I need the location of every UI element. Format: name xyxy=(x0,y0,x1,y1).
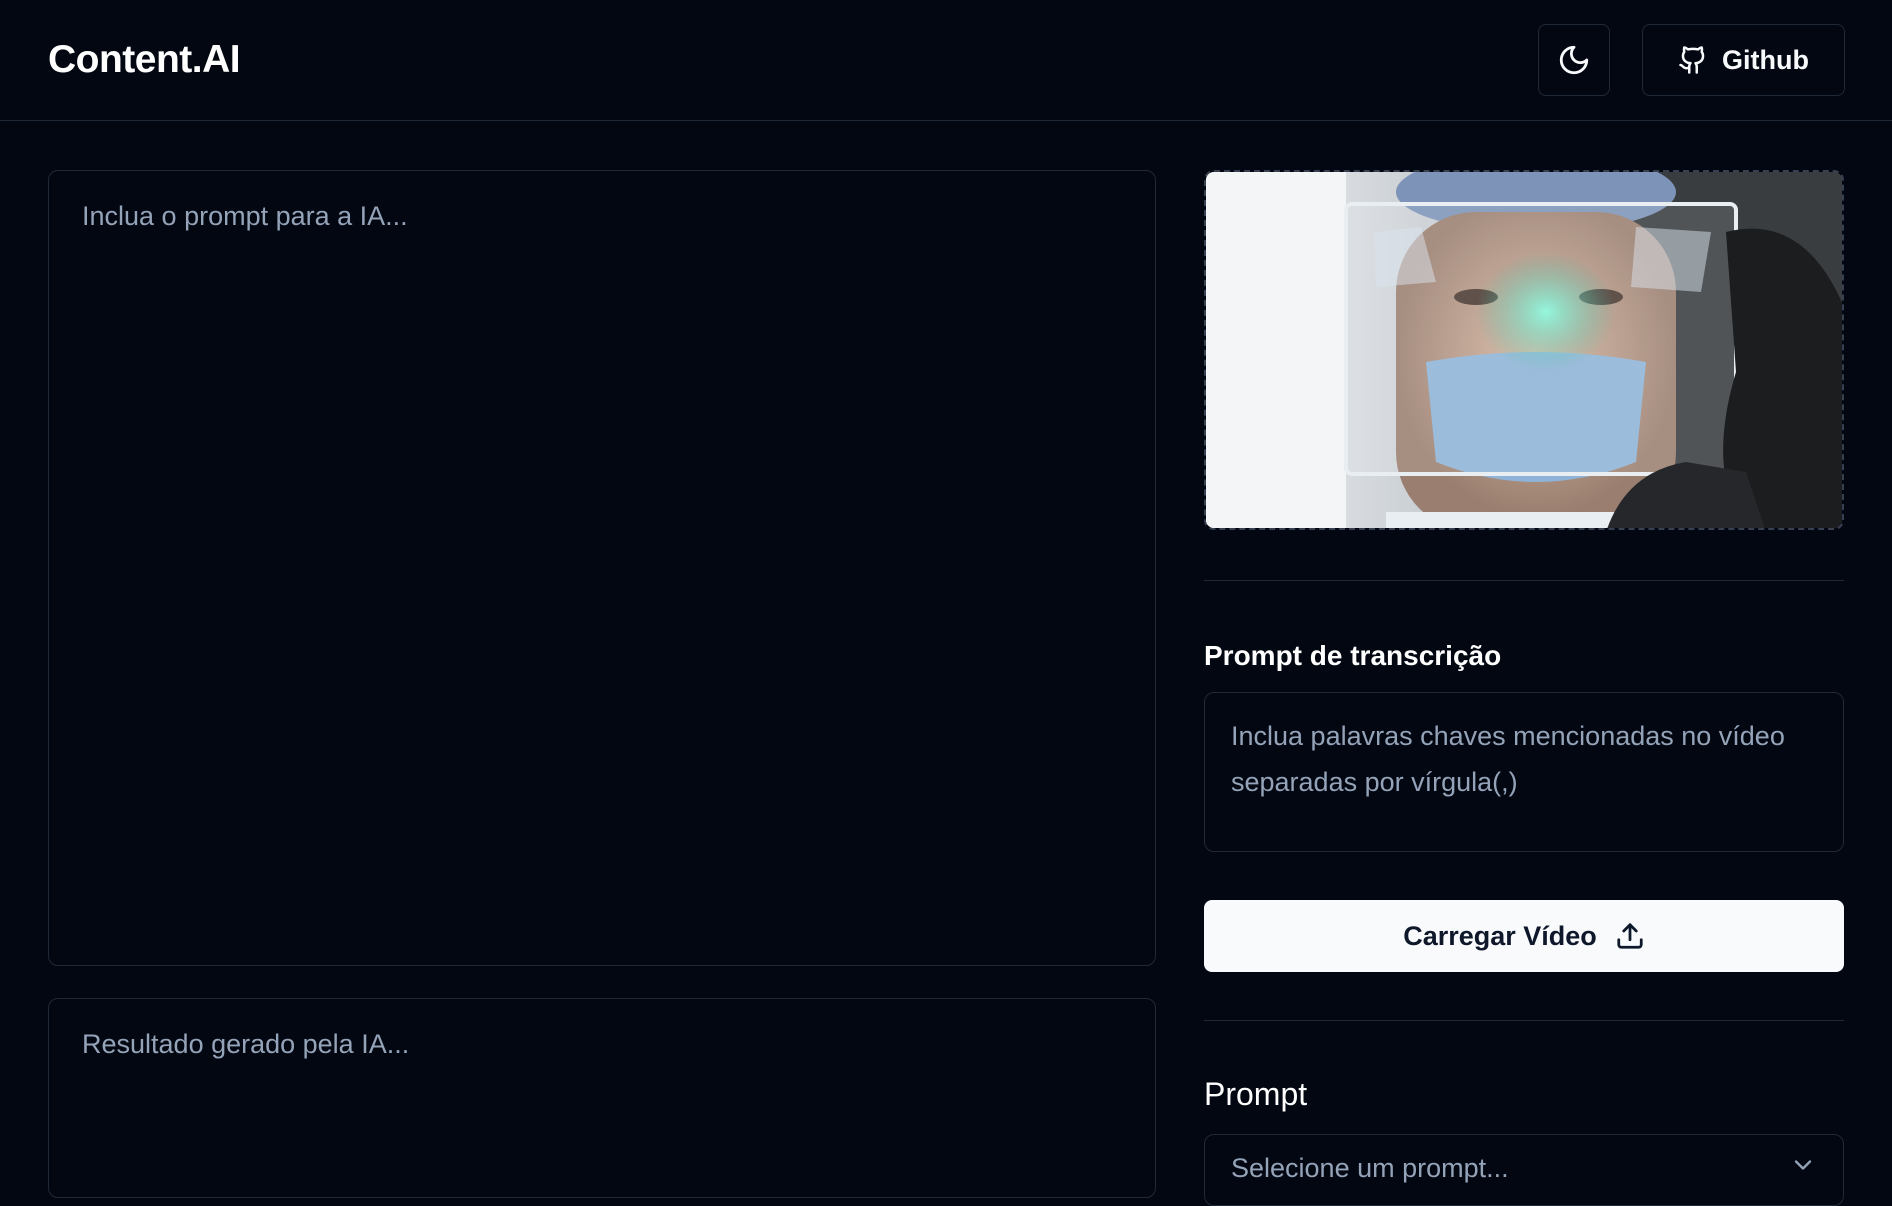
prompt-select-value: Selecione um prompt... xyxy=(1231,1153,1509,1183)
app-logo: Content.AI xyxy=(48,38,241,81)
transcription-label: Prompt de transcrição xyxy=(1204,640,1502,671)
theme-toggle-button[interactable] xyxy=(1538,24,1610,96)
chevron-down-icon xyxy=(1794,1160,1812,1170)
upload-video-button[interactable]: Carregar Vídeo xyxy=(1204,900,1844,972)
prompt-select[interactable]: Selecione um prompt... xyxy=(1204,1134,1844,1206)
prompt-label: Prompt xyxy=(1204,1076,1308,1112)
upload-icon xyxy=(1617,923,1643,949)
github-label: Github xyxy=(1722,44,1809,75)
video-preview[interactable] xyxy=(1204,170,1844,530)
app-header: Content.AI Github xyxy=(0,0,1892,121)
github-button[interactable]: Github xyxy=(1642,24,1845,96)
upload-video-label: Carregar Vídeo xyxy=(1403,920,1597,951)
prompt-textarea[interactable]: Inclua o prompt para a IA... xyxy=(48,170,1156,966)
transcription-prompt-textarea[interactable]: Inclua palavras chaves mencionadas no ví… xyxy=(1204,692,1844,852)
divider xyxy=(1204,1020,1844,1021)
result-textarea[interactable]: Resultado gerado pela IA... xyxy=(48,998,1156,1198)
video-thumbnail xyxy=(1206,172,1842,528)
moon-icon xyxy=(1559,45,1589,75)
divider xyxy=(1204,580,1844,581)
github-icon xyxy=(1679,46,1705,74)
